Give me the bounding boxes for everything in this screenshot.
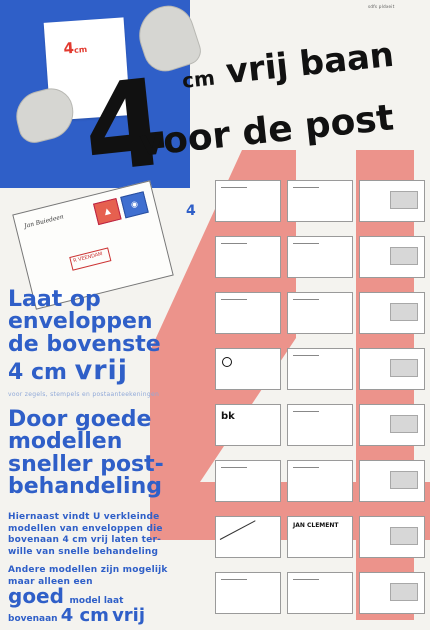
explanation-paragraph: Hiernaast vindt U verkleinde modellen va… [8, 512, 163, 559]
line [293, 579, 319, 580]
sample-card [215, 572, 281, 614]
line [221, 187, 247, 188]
window-shape [390, 247, 418, 265]
sample-card [215, 460, 281, 502]
four-cm-vrij-heading: 4 cm vrij [8, 357, 128, 385]
window-shape [390, 471, 418, 489]
bk-logo-text: bk [221, 411, 235, 422]
laat-op-heading: Laat op enveloppen de bovenste [8, 287, 161, 357]
door-goede-heading: Door goede modellen sneller post- behand… [8, 407, 164, 500]
sample-card [359, 348, 425, 390]
sample-card [359, 236, 425, 278]
final-4cm: 4 cm [60, 605, 109, 626]
door-line-3: sneller post- [8, 451, 164, 477]
window-shape [390, 527, 418, 545]
sample-card [287, 348, 353, 390]
line [293, 467, 319, 468]
door-line-1: Door goede [8, 407, 152, 432]
stamp-red-icon: ▲ [93, 197, 122, 226]
para-line-4: wille van snelle behandeling [8, 547, 159, 558]
laat-line-1: Laat op [8, 287, 101, 312]
sample-card [359, 180, 425, 222]
para2-line-1: Andere modellen zijn mogelijk [8, 565, 168, 575]
sample-card [215, 292, 281, 334]
final-vrij: vrij [112, 605, 146, 626]
headline-vrij-baan: vrij baan [223, 34, 396, 93]
line [221, 299, 247, 300]
window-shape [390, 191, 418, 209]
final-prefix: bovenaan [8, 614, 58, 624]
door-line-2: modellen [8, 429, 123, 455]
sample-card [215, 180, 281, 222]
vrij-text: vrij [74, 355, 129, 386]
sample-card: JAN CLEMENT [287, 516, 353, 558]
sample-card: bk [215, 404, 281, 446]
laat-line-2: enveloppen [8, 309, 153, 335]
para-line-1: Hiernaast vindt U verkleinde [8, 512, 160, 522]
sample-card [359, 460, 425, 502]
window-shape [390, 303, 418, 321]
blue-4-marker: 4 [186, 203, 196, 219]
line [221, 579, 247, 580]
sample-card [359, 292, 425, 334]
sample-card [287, 292, 353, 334]
line [293, 243, 319, 244]
sample-card [215, 236, 281, 278]
line [221, 243, 247, 244]
diagonal-line [219, 520, 256, 540]
line [221, 467, 247, 468]
window-shape [390, 359, 418, 377]
envelope-signature: Jan Buiedeen [23, 213, 65, 230]
line [293, 187, 319, 188]
line [293, 299, 319, 300]
card-4cm-unit: cm [73, 44, 88, 55]
sample-card [287, 572, 353, 614]
card-4cm-label: 4cm [63, 38, 88, 58]
window-shape [390, 415, 418, 433]
registered-label: R VEENDAM [69, 247, 112, 271]
stamp-blue-icon: ◉ [120, 191, 149, 219]
poster: sdfs pldxeit 4cm 4 cm vrij baan voor de … [0, 0, 430, 630]
door-line-4: behandeling [8, 474, 162, 500]
sample-card [215, 348, 281, 390]
sample-card [287, 180, 353, 222]
sample-card [287, 460, 353, 502]
sample-card [287, 236, 353, 278]
line [293, 355, 319, 356]
headline-unit: cm [180, 65, 216, 93]
laat-line-3: de bovenste [8, 331, 161, 357]
sample-card [215, 516, 281, 558]
line [293, 411, 319, 412]
sample-card [359, 572, 425, 614]
para-line-3: bovenaan 4 cm vrij laten ter- [8, 535, 162, 546]
four-cm-text: 4 cm [8, 360, 67, 385]
jan-clement-text: JAN CLEMENT [293, 522, 339, 529]
sample-card [359, 404, 425, 446]
para-line-2: modellen van enveloppen die [8, 523, 163, 534]
logo-circle-icon [222, 357, 232, 367]
window-shape [390, 583, 418, 601]
small-note: voor zegels, stempels en postaanteekenin… [8, 391, 160, 398]
sample-card [359, 516, 425, 558]
printer-credit: sdfs pldxeit [368, 4, 395, 9]
final-line: bovenaan 4 cm vrij [8, 605, 145, 626]
headline-line-1: cm vrij baan [180, 34, 396, 94]
sample-card [287, 404, 353, 446]
